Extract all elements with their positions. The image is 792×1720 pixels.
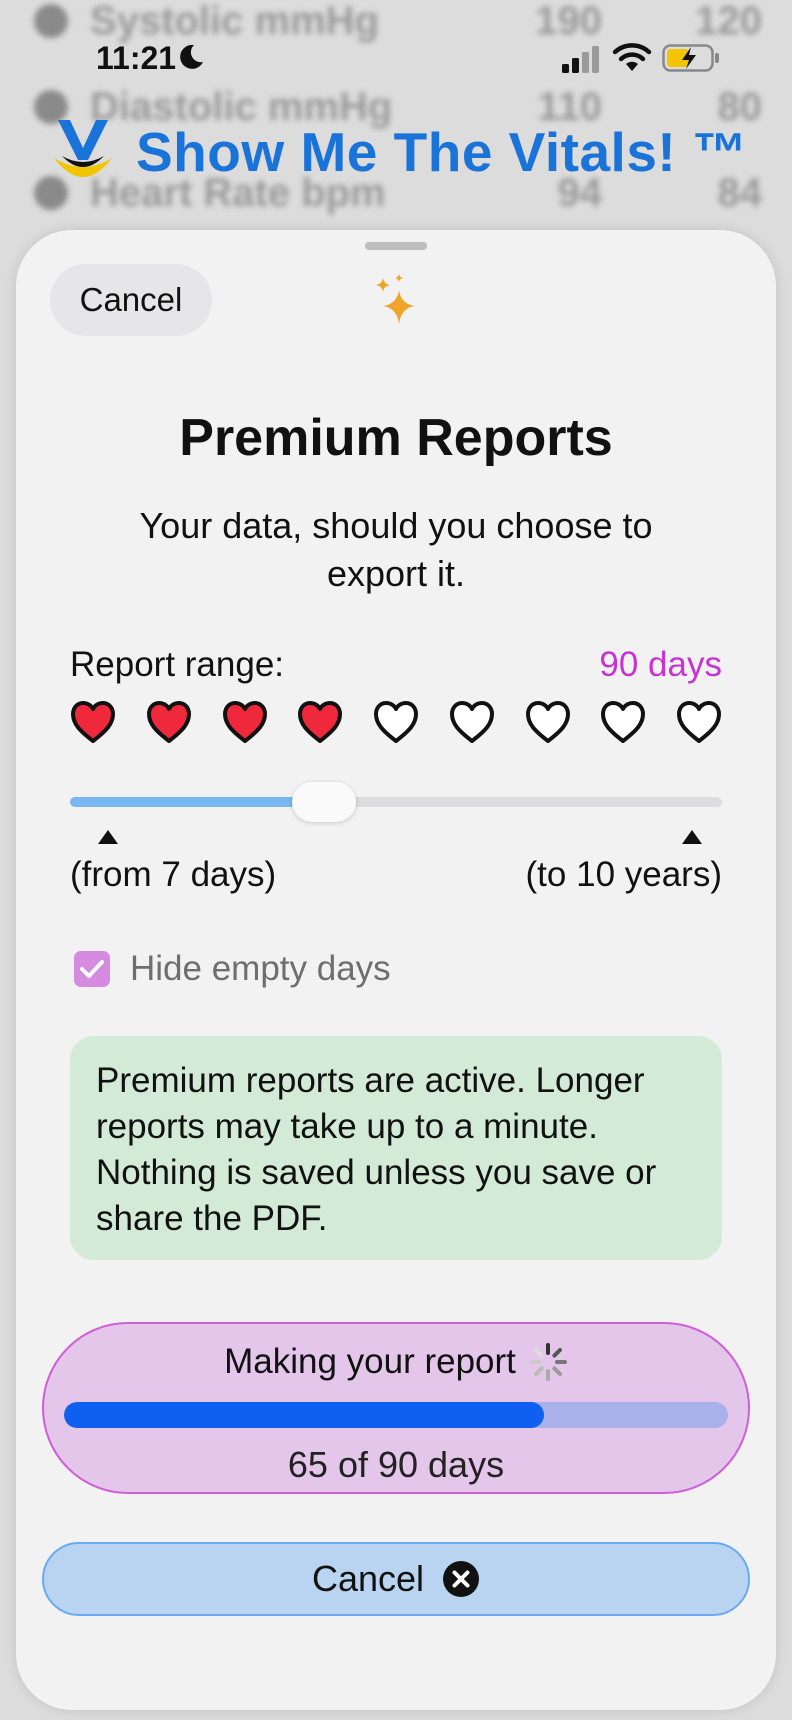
heart-outline-icon — [601, 701, 646, 743]
battery-charging-icon — [662, 44, 719, 72]
report-progress-fill — [64, 1402, 544, 1428]
sheet-subtitle: Your data, should you choose to export i… — [139, 505, 653, 594]
range-hearts — [70, 700, 722, 756]
hide-empty-days-checkbox[interactable] — [74, 951, 110, 987]
heart-filled-icon — [71, 701, 115, 743]
heart-outline-icon — [449, 701, 494, 743]
report-range-value: 90 days — [599, 645, 722, 684]
close-circle-icon — [443, 1561, 480, 1597]
sheet-title: Premium Reports — [179, 409, 613, 467]
sparkles-icon — [376, 274, 415, 324]
slider-fill — [70, 797, 325, 807]
progress-count: 65 of 90 days — [44, 1444, 748, 1486]
heart-outline-icon — [525, 701, 570, 743]
progress-done-count: 65 — [287, 1444, 328, 1485]
spinner-icon — [528, 1343, 567, 1381]
heart-outline-icon — [374, 701, 418, 743]
range-max-label: (to 10 years) — [525, 855, 722, 894]
wifi-icon — [612, 43, 652, 71]
progress-title: Making your report — [224, 1342, 516, 1381]
app-logo-icon — [54, 120, 112, 177]
report-range-slider[interactable] — [70, 780, 722, 824]
report-progress-card: Making your report 65 of 90 days — [42, 1322, 750, 1494]
hide-empty-days-label: Hide empty days — [130, 949, 391, 988]
premium-notice: Premium reports are active. Longer repor… — [70, 1036, 722, 1260]
checkmark-icon — [80, 960, 104, 978]
premium-reports-sheet: Cancel Premium Reports Your data, should… — [16, 230, 776, 1710]
cellular-signal-icon — [562, 46, 599, 73]
slider-thumb[interactable] — [292, 782, 357, 822]
moon-icon — [180, 44, 203, 69]
heart-filled-icon — [298, 701, 343, 743]
heart-filled-icon — [222, 701, 267, 743]
hide-empty-days-toggle[interactable]: Hide empty days — [74, 944, 391, 994]
cancel-report-label: Cancel — [311, 1558, 425, 1599]
report-range-row: Report range: 90 days — [70, 640, 722, 690]
cancel-report-button[interactable]: Cancel — [42, 1542, 750, 1616]
cancel-button-top[interactable]: Cancel — [50, 264, 212, 336]
range-min-label: (from 7 days) — [70, 855, 277, 894]
report-progress-bar — [64, 1402, 728, 1428]
app-header: Show Me The Vitals! ™ — [48, 112, 772, 192]
status-time: 11:21 — [96, 40, 177, 76]
heart-outline-icon — [677, 701, 721, 743]
max-marker-icon — [682, 830, 702, 844]
min-marker-icon — [98, 830, 118, 844]
sheet-grabber[interactable] — [365, 242, 427, 250]
heart-filled-icon — [146, 701, 191, 743]
status-bar: 11:21 — [0, 30, 792, 86]
report-range-label: Report range: — [70, 645, 285, 684]
progress-total-text: of 90 days — [337, 1444, 505, 1485]
app-title: Show Me The Vitals! ™ — [136, 121, 748, 183]
progress-title-row: Making your report — [44, 1342, 748, 1382]
